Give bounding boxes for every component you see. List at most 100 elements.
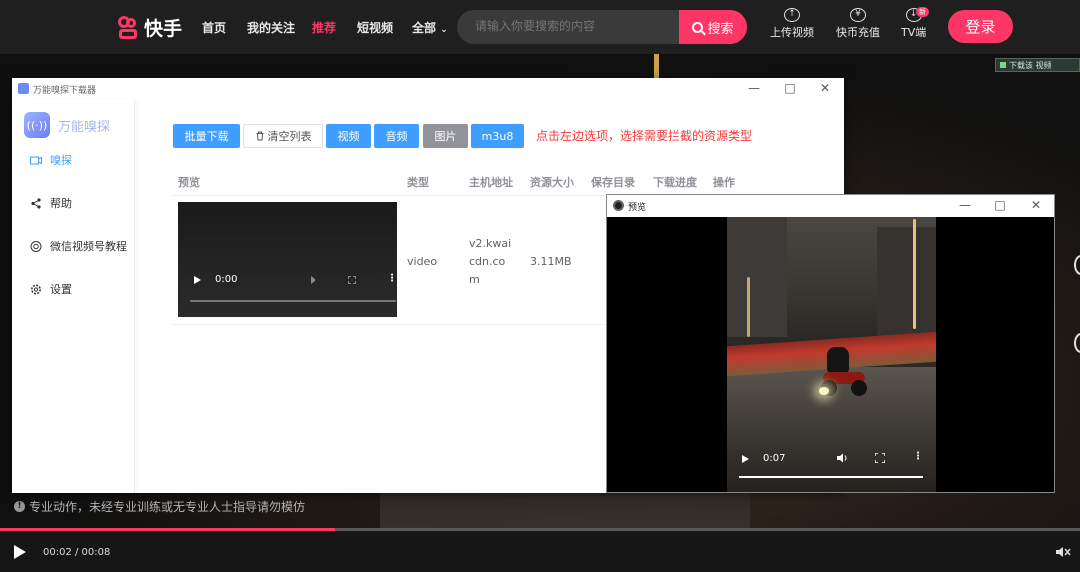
search-icon <box>692 21 704 33</box>
warning-text: 专业动作，未经专业训练或无专业人士指导请勿模仿 <box>29 500 306 514</box>
table-row-preview-player[interactable]: 0:00 ⋮ <box>178 202 397 317</box>
site-logo[interactable]: 快手 <box>118 14 182 41</box>
search-input[interactable] <box>475 19 675 33</box>
download-pill-icon <box>1000 62 1006 68</box>
fullscreen-icon[interactable] <box>348 276 356 284</box>
row-host-line: cdn.co <box>469 255 506 268</box>
search-box: 搜索 <box>457 10 747 44</box>
gear-icon <box>31 284 41 294</box>
preview-window: 预览 — □ ✕ 0:07 ⋮ <box>606 194 1055 493</box>
clear-list-label: 清空列表 <box>267 130 312 143</box>
close-icon[interactable]: ✕ <box>815 81 835 95</box>
video-scene-headlight <box>819 387 829 395</box>
filter-hint: 点击左边选项，选择需要拦截的资源类型 <box>536 129 753 143</box>
minimize-icon[interactable]: — <box>955 198 975 212</box>
sniffer-app-icon <box>18 83 29 94</box>
nav-following[interactable]: 我的关注 <box>247 19 295 36</box>
info-icon: ! <box>14 501 25 512</box>
download-pill-label: 下载该 视频 <box>1009 60 1052 70</box>
upload-video-button[interactable]: ↑ 上传视频 <box>770 8 814 40</box>
nav-all[interactable]: 全部 ⌄ <box>412 19 448 36</box>
sniffer-titlebar: 万能嗅探下载器 — □ ✕ <box>12 78 844 100</box>
volume-icon[interactable] <box>311 276 320 284</box>
coin-icon: ¥ <box>850 8 866 22</box>
maximize-icon[interactable]: □ <box>780 81 800 95</box>
filter-image-button[interactable]: 图片 <box>423 124 468 148</box>
site-header: 快手 首页 我的关注 推荐 短视频 全部 ⌄ 搜索 ↑ 上传视频 ¥ 快币充值 … <box>0 0 1080 54</box>
video-scene-lamp <box>913 219 916 329</box>
share-icon <box>31 197 41 209</box>
preview-title: 预览 <box>628 203 647 213</box>
play-icon[interactable] <box>194 276 201 284</box>
player-time: 00:02 / 00:08 <box>43 547 111 558</box>
login-button[interactable]: 登录 <box>948 10 1013 43</box>
video-scene-rider <box>827 347 849 373</box>
preview-time: 0:07 <box>763 453 786 464</box>
sidebar-item-sniff[interactable]: 嗅探 <box>30 152 72 168</box>
preview-progress-fill <box>739 476 923 478</box>
column-header-size: 资源大小 <box>530 176 574 189</box>
more-icon[interactable]: ⋮ <box>913 451 923 462</box>
row-host: v2.kwai cdn.co m <box>469 235 511 289</box>
clear-list-button[interactable]: 清空列表 <box>243 124 323 148</box>
column-header-preview: 预览 <box>178 176 200 189</box>
minimize-icon[interactable]: — <box>744 81 764 95</box>
column-header-host: 主机地址 <box>469 176 513 189</box>
sidebar-item-wechat-tutorial[interactable]: 微信视频号教程 <box>30 238 127 254</box>
volume-icon[interactable] <box>837 453 849 463</box>
row-host-line: m <box>469 273 480 286</box>
sidebar-item-settings[interactable]: 设置 <box>30 281 72 297</box>
camera-icon <box>30 156 42 164</box>
batch-download-button[interactable]: 批量下载 <box>173 124 240 148</box>
nav-short-video[interactable]: 短视频 <box>357 19 393 36</box>
sidebar-item-label: 微信视频号教程 <box>50 240 127 253</box>
preview-app-icon <box>613 200 624 211</box>
logo-text: 快手 <box>144 18 183 40</box>
sidebar-item-label: 设置 <box>50 283 72 296</box>
kuaishou-logo-icon <box>118 15 140 40</box>
nav-recommend[interactable]: 推荐 <box>312 19 336 36</box>
nav-home[interactable]: 首页 <box>202 19 226 36</box>
row-size: 3.11MB <box>530 255 572 268</box>
mute-icon[interactable] <box>1055 546 1071 558</box>
search-button[interactable]: 搜索 <box>679 10 747 44</box>
background-pole <box>654 54 659 78</box>
sidebar-item-label: 帮助 <box>50 197 72 210</box>
recharge-button[interactable]: ¥ 快币充值 <box>836 8 880 40</box>
sniffer-title: 万能嗅探下载器 <box>33 86 97 96</box>
trash-icon <box>256 131 263 141</box>
video-scene-wheel <box>851 380 867 396</box>
nav-all-label: 全部 <box>412 21 437 35</box>
column-header-actions: 操作 <box>713 176 735 189</box>
new-badge: 新 <box>916 7 929 17</box>
thumb-player-time: 0:00 <box>215 274 238 285</box>
preview-progress-track[interactable] <box>739 476 923 478</box>
thumb-progress-bar[interactable] <box>190 300 396 302</box>
play-icon[interactable] <box>14 545 26 559</box>
video-scene-lamp <box>747 277 750 337</box>
preview-video[interactable]: 0:07 ⋮ <box>727 217 936 492</box>
preview-titlebar: 预览 — □ ✕ <box>607 195 1054 217</box>
download-video-pill[interactable]: 下载该 视频 <box>995 58 1080 72</box>
filter-m3u8-button[interactable]: m3u8 <box>471 124 524 148</box>
row-type: video <box>407 255 438 268</box>
fullscreen-icon[interactable] <box>875 453 885 463</box>
filter-audio-button[interactable]: 音频 <box>374 124 419 148</box>
play-icon[interactable] <box>742 455 749 463</box>
column-header-progress: 下载进度 <box>653 176 697 189</box>
row-host-line: v2.kwai <box>469 237 512 250</box>
sidebar-item-help[interactable]: 帮助 <box>30 195 72 211</box>
column-header-type: 类型 <box>407 176 429 189</box>
recharge-label: 快币充值 <box>836 26 880 39</box>
screen: 快手 首页 我的关注 推荐 短视频 全部 ⌄ 搜索 ↑ 上传视频 ¥ 快币充值 … <box>0 0 1080 572</box>
sniffer-sidebar: ((·)) 万能嗅探 嗅探 帮助 微信视频号教程 设置 <box>12 100 135 493</box>
maximize-icon[interactable]: □ <box>990 198 1010 212</box>
lifebuoy-icon <box>30 240 42 252</box>
more-icon[interactable]: ⋮ <box>387 273 397 284</box>
close-icon[interactable]: ✕ <box>1026 198 1046 212</box>
column-header-save-dir: 保存目录 <box>591 176 635 189</box>
filter-video-button[interactable]: 视频 <box>326 124 371 148</box>
search-button-label: 搜索 <box>707 21 734 37</box>
video-scene-building <box>877 227 936 337</box>
chevron-down-icon: ⌄ <box>440 25 448 35</box>
